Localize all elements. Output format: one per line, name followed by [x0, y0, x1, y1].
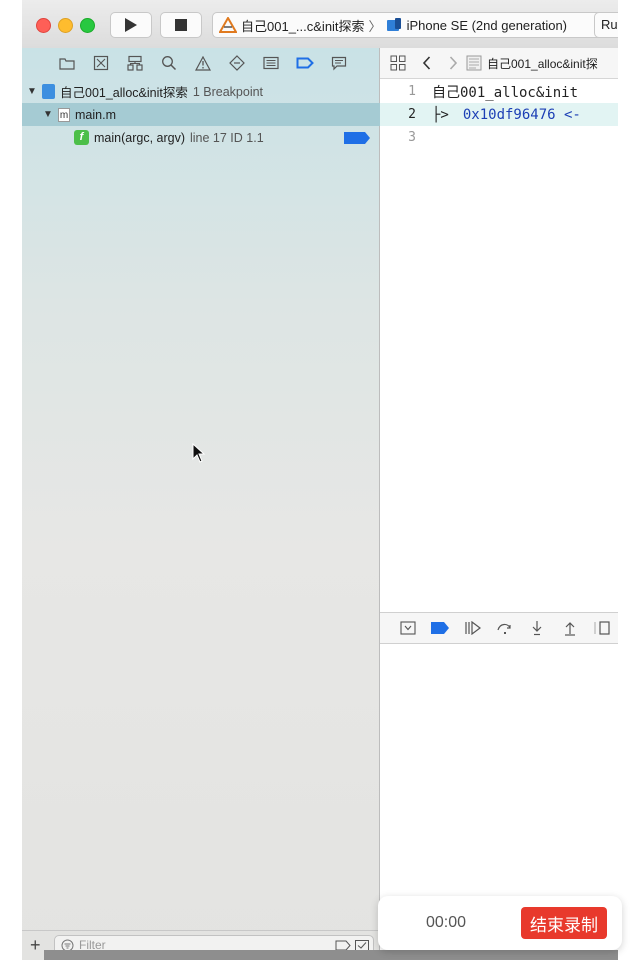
debug-bar: [380, 612, 618, 644]
file-label: main.m: [75, 107, 116, 122]
tab-symbol-navigator[interactable]: [118, 52, 152, 74]
tab-source-control-navigator[interactable]: [84, 52, 118, 74]
scheme-name: 自己001_...c&init探索: [241, 18, 365, 34]
project-label: 自己001_alloc&init探索: [60, 86, 188, 100]
warning-triangle-icon: [195, 55, 211, 71]
line-number: 2: [408, 107, 416, 122]
tab-find-navigator[interactable]: [152, 52, 186, 74]
test-diamond-icon: [229, 55, 245, 71]
chevron-right-icon[interactable]: [448, 56, 458, 70]
project-file-icon: [42, 84, 55, 99]
instruction-pointer-arrow: ├>: [432, 106, 449, 123]
scheme-separator: 〉: [368, 18, 382, 34]
stop-recording-button[interactable]: 结束录制: [521, 907, 607, 939]
debug-gauge-icon: [263, 56, 279, 70]
breakpoint-enabled-icon[interactable]: [344, 132, 370, 144]
close-window-button[interactable]: [36, 18, 51, 33]
breakpoint-navigator: ▼ 自己001_alloc&init探索 1 Breakpoint ▼ m ma…: [22, 48, 380, 960]
continue-icon: [465, 621, 481, 635]
line-number: 3: [408, 130, 416, 145]
dock-strip: [44, 950, 618, 960]
play-icon: [125, 18, 137, 32]
toolbar: 自己001_...c&init探索 〉 iPhone SE (2nd gener…: [22, 0, 618, 49]
tab-debug-navigator[interactable]: [254, 52, 288, 74]
tab-issue-navigator[interactable]: [186, 52, 220, 74]
function-icon: f: [74, 130, 89, 145]
source-control-icon: [93, 55, 109, 71]
mouse-pointer-icon: [192, 443, 206, 463]
hierarchy-icon: [127, 55, 143, 71]
objc-file-icon: m: [58, 107, 70, 122]
breakpoint-detail: line 17 ID 1.1: [190, 130, 264, 145]
tree-row-file[interactable]: ▼ m main.m: [22, 103, 380, 126]
recording-timer: 00:00: [426, 914, 467, 931]
breakpoint-tag-icon: [431, 622, 450, 634]
jump-bar: 自己001_alloc&init探: [380, 48, 618, 79]
breakpoint-tree: ▼ 自己001_alloc&init探索 1 Breakpoint ▼ m ma…: [22, 80, 380, 149]
xcode-app-icon: [219, 17, 237, 33]
assembly-file-icon: [466, 55, 482, 71]
instruction-address: 0x10df96476 <-: [462, 106, 581, 123]
step-out-button[interactable]: [553, 617, 585, 639]
scheme-selector[interactable]: 自己001_...c&init探索 〉 iPhone SE (2nd gener…: [212, 12, 604, 38]
code-line-current: 2 ├> 0x10df96476 <-: [380, 103, 618, 126]
add-breakpoint-button[interactable]: +: [30, 935, 41, 955]
disassembly-view: 1 自己001_alloc&init 2 ├> 0x10df96476 <- 3: [380, 80, 618, 149]
chevron-left-icon[interactable]: [422, 56, 432, 70]
tree-row-breakpoint[interactable]: f main(argc, argv) line 17 ID 1.1: [22, 126, 380, 149]
tab-report-navigator[interactable]: [322, 52, 356, 74]
tab-breakpoint-navigator[interactable]: [288, 52, 322, 74]
tree-row-project[interactable]: ▼ 自己001_alloc&init探索 1 Breakpoint: [22, 80, 380, 103]
project-breakpoint-count: 1 Breakpoint: [192, 84, 264, 99]
xcode-window: 自己001_...c&init探索 〉 iPhone SE (2nd gener…: [22, 0, 618, 960]
jumpbar-file-label[interactable]: 自己001_alloc&init探: [487, 55, 598, 72]
toggle-breakpoints-button[interactable]: [424, 617, 456, 639]
step-over-icon: [497, 623, 511, 634]
stop-button[interactable]: [160, 12, 202, 38]
line-text: 自己001_alloc&init: [432, 84, 579, 101]
step-out-icon: [564, 622, 575, 636]
folder-icon: [59, 58, 75, 70]
disclosure-triangle-icon[interactable]: ▼: [26, 86, 38, 97]
step-into-button[interactable]: [521, 617, 553, 639]
related-items-grid-icon[interactable]: [390, 55, 406, 71]
hide-debug-area-button[interactable]: [392, 617, 424, 639]
screen-recorder-widget: 00:00 结束录制: [378, 896, 622, 950]
device-name: iPhone SE (2nd generation): [406, 17, 568, 33]
breakpoint-label: main(argc, argv): [94, 130, 185, 145]
iphone-device-icon: [386, 18, 401, 31]
continue-button[interactable]: [457, 617, 489, 639]
hide-panel-icon: [400, 621, 416, 635]
code-editor: 自己001_alloc&init探 1 自己001_alloc&init 2 ├…: [380, 48, 618, 960]
code-line: 3: [380, 126, 618, 149]
view-debugger-button[interactable]: [586, 617, 618, 639]
navigator-tab-bar: [22, 48, 380, 78]
view-hierarchy-icon: [594, 621, 610, 635]
breakpoint-tag-icon: [296, 57, 314, 69]
activity-status: Ru: [594, 12, 618, 38]
minimize-window-button[interactable]: [58, 18, 73, 33]
step-over-button[interactable]: [489, 617, 521, 639]
tab-test-navigator[interactable]: [220, 52, 254, 74]
run-button[interactable]: [110, 12, 152, 38]
stop-icon: [175, 19, 187, 31]
speech-bubble-icon: [331, 56, 347, 70]
step-into-icon: [532, 621, 542, 636]
magnifier-icon: [162, 56, 177, 71]
disclosure-triangle-icon[interactable]: ▼: [42, 109, 54, 120]
code-line: 1 自己001_alloc&init: [380, 80, 618, 103]
line-number: 1: [408, 84, 416, 99]
zoom-window-button[interactable]: [80, 18, 95, 33]
tab-project-navigator[interactable]: [50, 52, 84, 74]
